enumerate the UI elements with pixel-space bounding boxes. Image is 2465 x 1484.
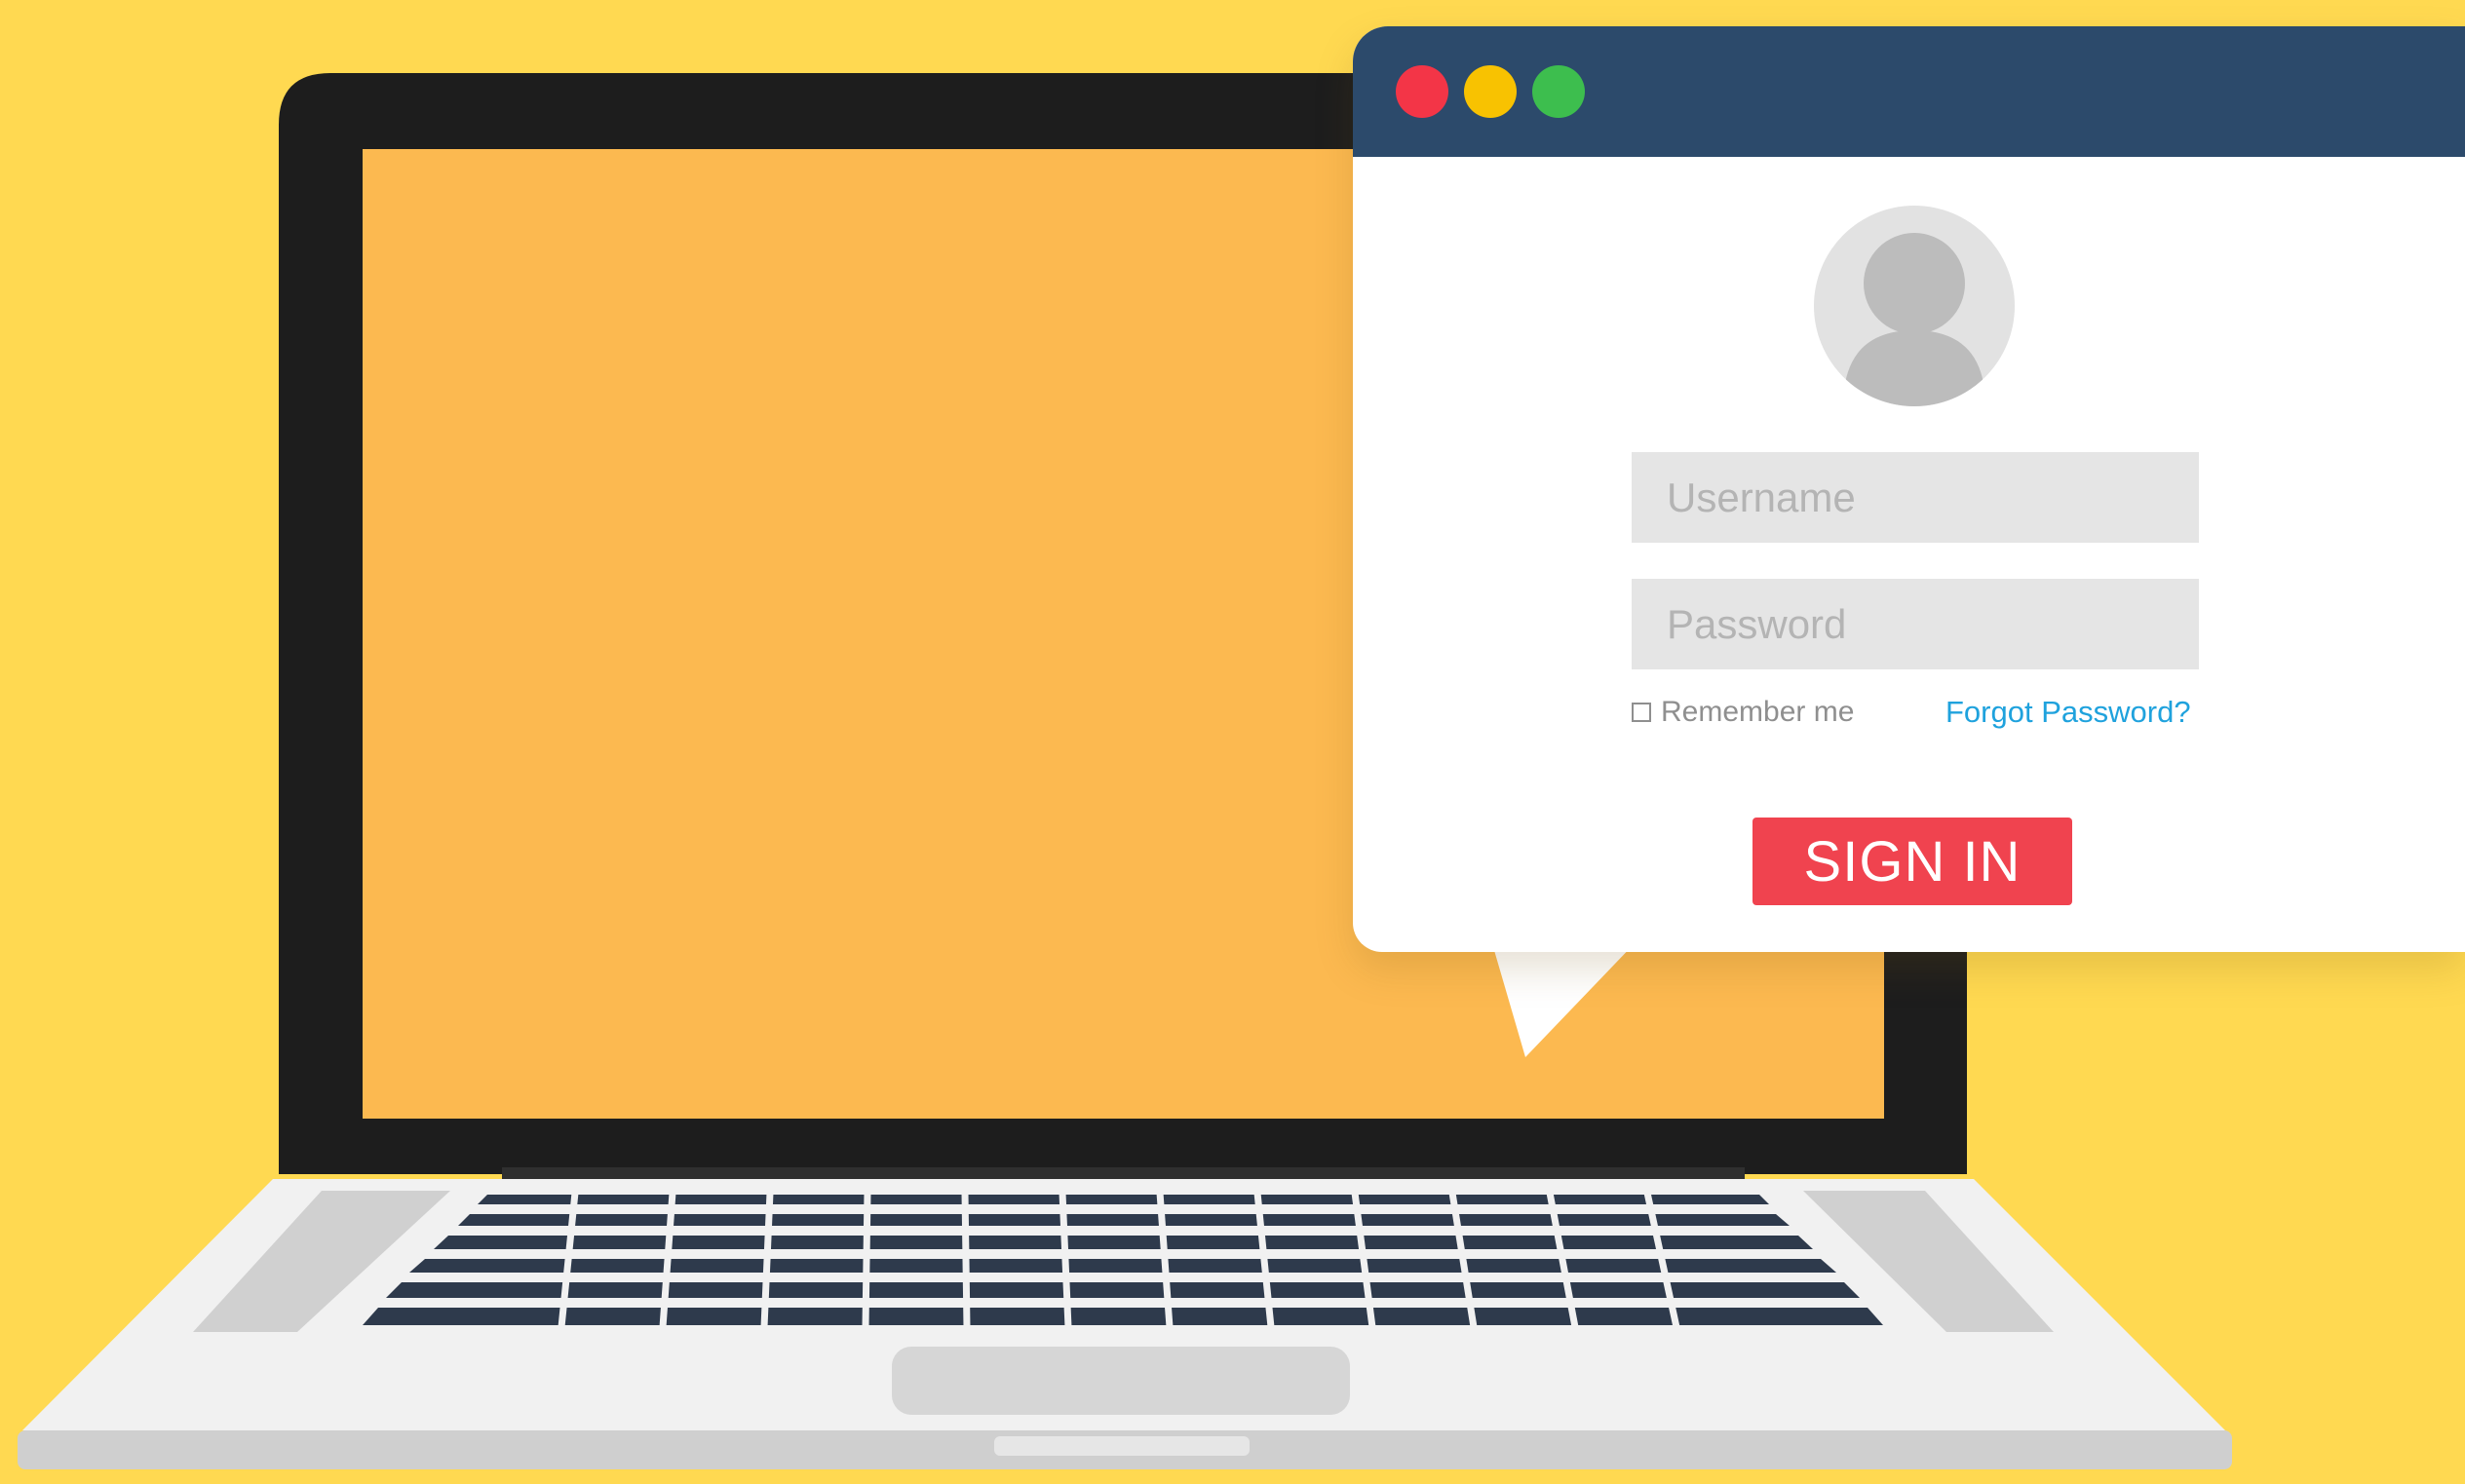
- keyboard-row: [363, 1308, 1883, 1325]
- close-dot[interactable]: [1396, 65, 1448, 118]
- minimize-dot[interactable]: [1464, 65, 1517, 118]
- remember-me[interactable]: Remember me: [1632, 693, 1854, 732]
- user-silhouette-icon: [1843, 233, 1985, 406]
- laptop-notch: [994, 1436, 1250, 1456]
- password-input[interactable]: [1632, 579, 2199, 669]
- login-window: Remember me Forgot Password? SIGN IN: [1353, 26, 2465, 952]
- keyboard-row: [458, 1214, 1790, 1226]
- touchpad: [892, 1347, 1350, 1415]
- sign-in-button[interactable]: SIGN IN: [1752, 818, 2072, 905]
- forgot-password-link[interactable]: Forgot Password?: [1945, 693, 2191, 732]
- remember-me-label: Remember me: [1661, 696, 1855, 728]
- avatar: [1814, 206, 2015, 406]
- window-titlebar: [1353, 26, 2465, 157]
- keyboard-row: [386, 1282, 1860, 1298]
- username-input[interactable]: [1632, 452, 2199, 543]
- maximize-dot[interactable]: [1532, 65, 1585, 118]
- keyboard-row: [434, 1236, 1813, 1249]
- laptop-hinge: [502, 1167, 1745, 1181]
- remember-me-checkbox[interactable]: [1632, 703, 1651, 722]
- keyboard-row: [409, 1259, 1836, 1273]
